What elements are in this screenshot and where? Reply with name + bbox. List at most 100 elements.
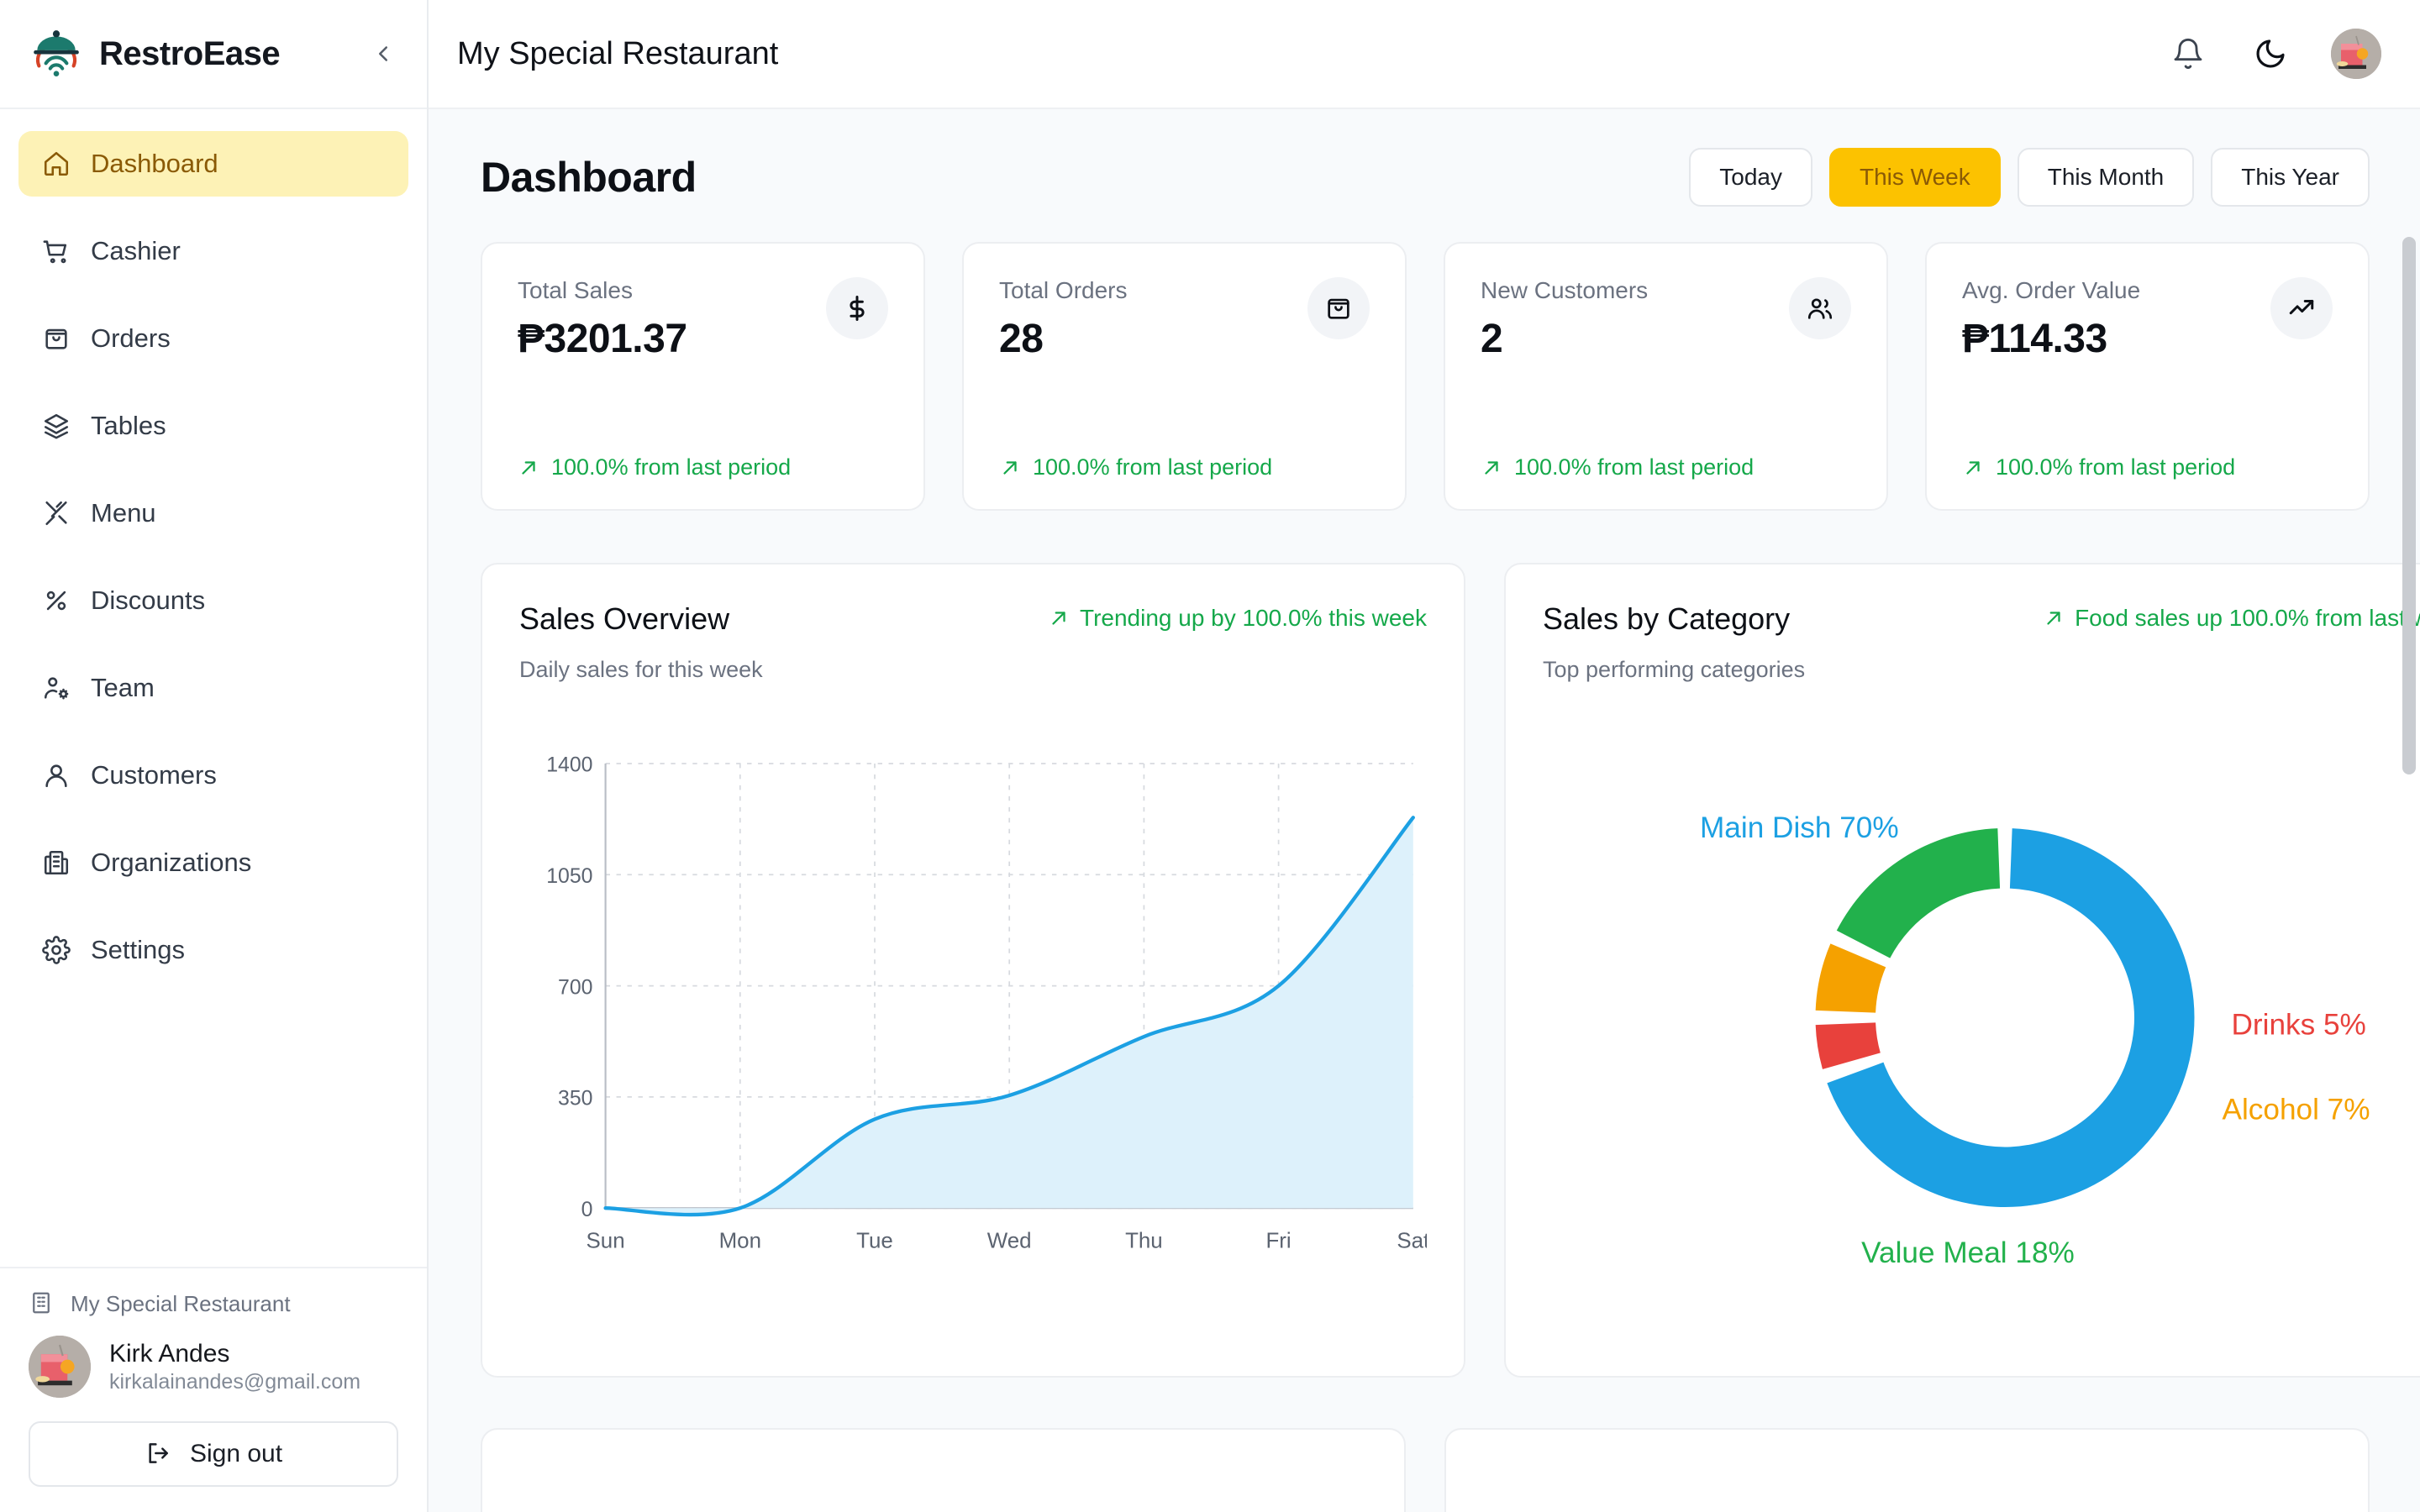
sidebar-item-discounts[interactable]: Discounts — [18, 568, 408, 633]
sidebar-nav: Dashboard Cashier Orders Tables Menu Dis… — [0, 109, 427, 1267]
sidebar-item-label: Team — [91, 673, 155, 702]
chevron-left-icon[interactable] — [365, 35, 402, 72]
arrow-up-right-icon — [2043, 607, 2065, 629]
panel-trend-text: Food sales up 100.0% from last week — [2075, 605, 2420, 631]
percent-icon — [40, 585, 72, 617]
layers-icon — [40, 410, 72, 442]
sign-out-label: Sign out — [189, 1440, 283, 1467]
stat-value: 2 — [1481, 317, 1503, 361]
sidebar-item-dashboard[interactable]: Dashboard — [18, 131, 408, 197]
svg-text:0: 0 — [581, 1198, 593, 1221]
panel-subtitle: Daily sales for this week — [519, 657, 763, 682]
panel-title: Sales Overview — [519, 601, 730, 636]
page-title: Dashboard — [481, 154, 697, 201]
sidebar-item-label: Menu — [91, 498, 156, 528]
scrollbar[interactable] — [2398, 218, 2420, 1512]
user-email: kirkalainandes@gmail.com — [109, 1370, 361, 1394]
stat-card-total-orders: Total Orders 28 100.0% from last period — [962, 242, 1407, 511]
stat-cards: Total Sales ₱3201.37 100.0% from last pe… — [481, 242, 2370, 511]
home-icon — [40, 148, 72, 180]
range-this-year-button[interactable]: This Year — [2211, 148, 2370, 207]
arrow-up-right-icon — [999, 457, 1021, 479]
stat-delta-text: 100.0% from last period — [1514, 454, 1754, 480]
svg-text:Tue: Tue — [856, 1229, 893, 1252]
svg-text:Main Dish 70%: Main Dish 70% — [1700, 811, 1899, 844]
dashboard-content: Dashboard Today This Week This Month Thi… — [429, 109, 2420, 1512]
sidebar-item-label: Organizations — [91, 848, 252, 877]
date-range-tabs: Today This Week This Month This Year — [1689, 148, 2370, 207]
stat-delta: 100.0% from last period — [999, 454, 1370, 480]
stat-delta-text: 100.0% from last period — [551, 454, 792, 480]
secondary-panels — [481, 1428, 2370, 1512]
avatar[interactable] — [2331, 29, 2381, 79]
sales-area-chart-svg: 0 350 700 1050 1400 Sun Mon Tue Wed Thu Fri Sat — [546, 753, 1427, 1252]
stat-card-texts: Total Sales ₱3201.37 — [518, 277, 826, 362]
panel-header: Sales by Category Food sales up 100.0% f… — [1543, 601, 2420, 637]
panel-trend: Trending up by 100.0% this week — [1048, 605, 1427, 632]
current-organization[interactable]: My Special Restaurant — [29, 1290, 398, 1317]
range-this-week-button[interactable]: This Week — [1829, 148, 2001, 207]
sidebar-footer: My Special Restaurant Kirk Andes kirkala… — [0, 1267, 427, 1512]
sidebar-item-label: Cashier — [91, 236, 181, 265]
sidebar-item-tables[interactable]: Tables — [18, 393, 408, 459]
svg-text:Sun: Sun — [587, 1229, 625, 1252]
trending-up-icon — [2270, 277, 2333, 339]
user-text-block: Kirk Andes kirkalainandes@gmail.com — [109, 1338, 360, 1396]
svg-text:1050: 1050 — [546, 865, 592, 888]
sidebar-item-organizations[interactable]: Organizations — [18, 830, 408, 895]
sidebar-item-customers[interactable]: Customers — [18, 743, 408, 808]
user-profile[interactable]: Kirk Andes kirkalainandes@gmail.com — [29, 1336, 398, 1398]
moon-icon[interactable] — [2249, 32, 2292, 76]
dollar-icon — [826, 277, 888, 339]
top-bar-actions — [2166, 29, 2381, 79]
svg-text:700: 700 — [558, 976, 592, 999]
logout-icon — [145, 1440, 173, 1468]
utensils-icon — [40, 497, 72, 529]
sidebar-item-label: Dashboard — [91, 149, 218, 178]
range-this-month-button[interactable]: This Month — [2017, 148, 2195, 207]
app-root: RestroEase Dashboard Cashier Orders Tabl… — [0, 0, 2420, 1512]
panel-trend: Food sales up 100.0% from last week — [2043, 605, 2420, 632]
stat-card-top: Total Sales ₱3201.37 — [518, 277, 888, 362]
scrollbar-thumb[interactable] — [2402, 237, 2416, 774]
range-today-button[interactable]: Today — [1689, 148, 1812, 207]
sidebar-item-cashier[interactable]: Cashier — [18, 218, 408, 284]
page-header: Dashboard Today This Week This Month Thi… — [481, 148, 2370, 207]
stat-card-texts: Avg. Order Value ₱114.33 — [1962, 277, 2270, 362]
user-cog-icon — [40, 672, 72, 704]
svg-text:Sat: Sat — [1397, 1229, 1427, 1252]
chart-panels: Sales Overview Trending up by 100.0% thi… — [481, 563, 2420, 1378]
svg-text:Drinks 5%: Drinks 5% — [2232, 1008, 2366, 1041]
sidebar-item-settings[interactable]: Settings — [18, 917, 408, 983]
sidebar-item-menu[interactable]: Menu — [18, 480, 408, 546]
bell-icon[interactable] — [2166, 32, 2210, 76]
sidebar-item-label: Customers — [91, 760, 217, 790]
arrow-up-right-icon — [1481, 457, 1502, 479]
stat-delta-text: 100.0% from last period — [1996, 454, 2236, 480]
stat-label: Total Sales — [518, 277, 633, 303]
svg-text:Fri: Fri — [1265, 1229, 1291, 1252]
sidebar-item-label: Settings — [91, 935, 186, 964]
bag-icon — [40, 323, 72, 354]
svg-text:350: 350 — [558, 1087, 592, 1110]
panel-trend-text: Trending up by 100.0% this week — [1080, 605, 1427, 631]
top-bar: My Special Restaurant — [429, 0, 2420, 109]
gear-icon — [40, 934, 72, 966]
category-donut-chart: Main Dish 70% Drinks 5% Alcohol 7% Value Me… — [1543, 683, 2420, 1342]
stat-card-new-customers: New Customers 2 100.0% from last period — [1444, 242, 1888, 511]
stat-value: 28 — [999, 317, 1044, 361]
main-area: My Special Restaurant Dashboard Today Th… — [429, 0, 2420, 1512]
sidebar-item-team[interactable]: Team — [18, 655, 408, 721]
panel-header: Sales Overview Trending up by 100.0% thi… — [519, 601, 1427, 637]
users-icon — [1789, 277, 1851, 339]
stat-card-avg-order-value: Avg. Order Value ₱114.33 100.0% from las… — [1925, 242, 2370, 511]
stat-card-texts: Total Orders 28 — [999, 277, 1307, 362]
sign-out-button[interactable]: Sign out — [29, 1421, 398, 1487]
sidebar-item-orders[interactable]: Orders — [18, 306, 408, 371]
user-name: Kirk Andes — [109, 1339, 230, 1368]
svg-text:Thu: Thu — [1125, 1229, 1163, 1252]
stat-card-texts: New Customers 2 — [1481, 277, 1789, 362]
organization-name: My Special Restaurant — [71, 1290, 291, 1316]
sidebar-item-label: Tables — [91, 411, 166, 440]
stat-delta-text: 100.0% from last period — [1033, 454, 1273, 480]
